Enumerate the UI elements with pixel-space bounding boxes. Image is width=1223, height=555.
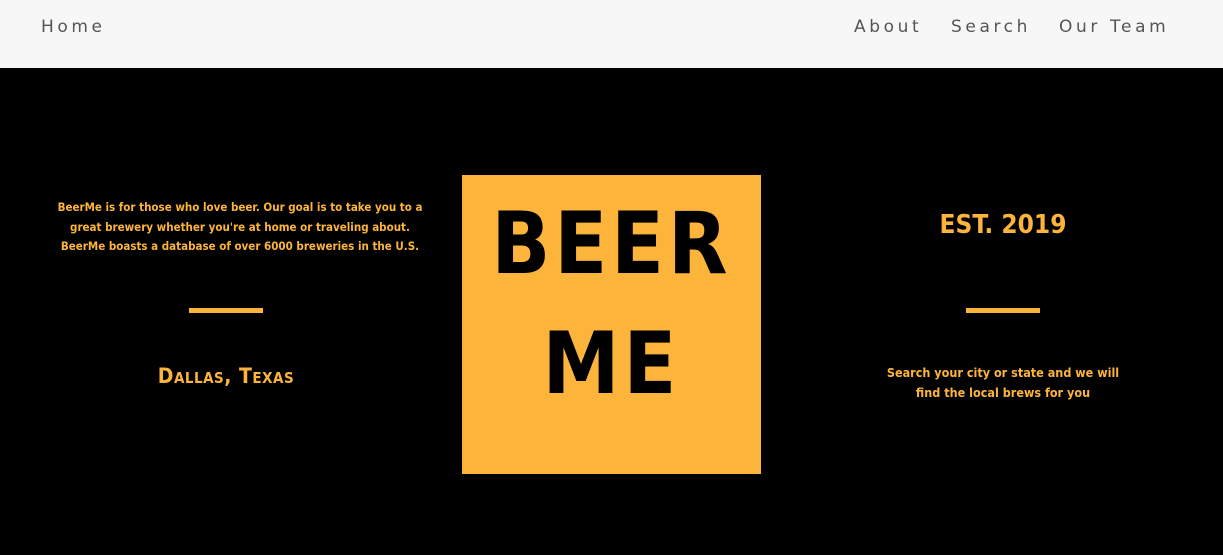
right-divider [966,308,1040,313]
established-year: EST. 2019 [939,210,1067,240]
about-description: BeerMe is for those who love beer. Our g… [57,200,423,253]
nav-about-link[interactable]: About [854,17,922,37]
nav-our-team-link[interactable]: Our Team [1059,17,1169,37]
hero-section: BeerMe is for those who love beer. Our g… [0,68,1223,555]
logo-word-me: ME [542,314,681,414]
top-navbar: Home About Search Our Team [0,0,1223,68]
location-label: Dallas, Texas [157,364,295,388]
left-divider [189,308,263,313]
nav-search-link[interactable]: Search [951,17,1031,37]
search-description: Search your city or state and we will fi… [886,365,1120,400]
logo-word-beer: BEER [491,194,732,294]
beerme-logo: BEER ME [462,175,761,474]
nav-home-link[interactable]: Home [41,17,106,37]
